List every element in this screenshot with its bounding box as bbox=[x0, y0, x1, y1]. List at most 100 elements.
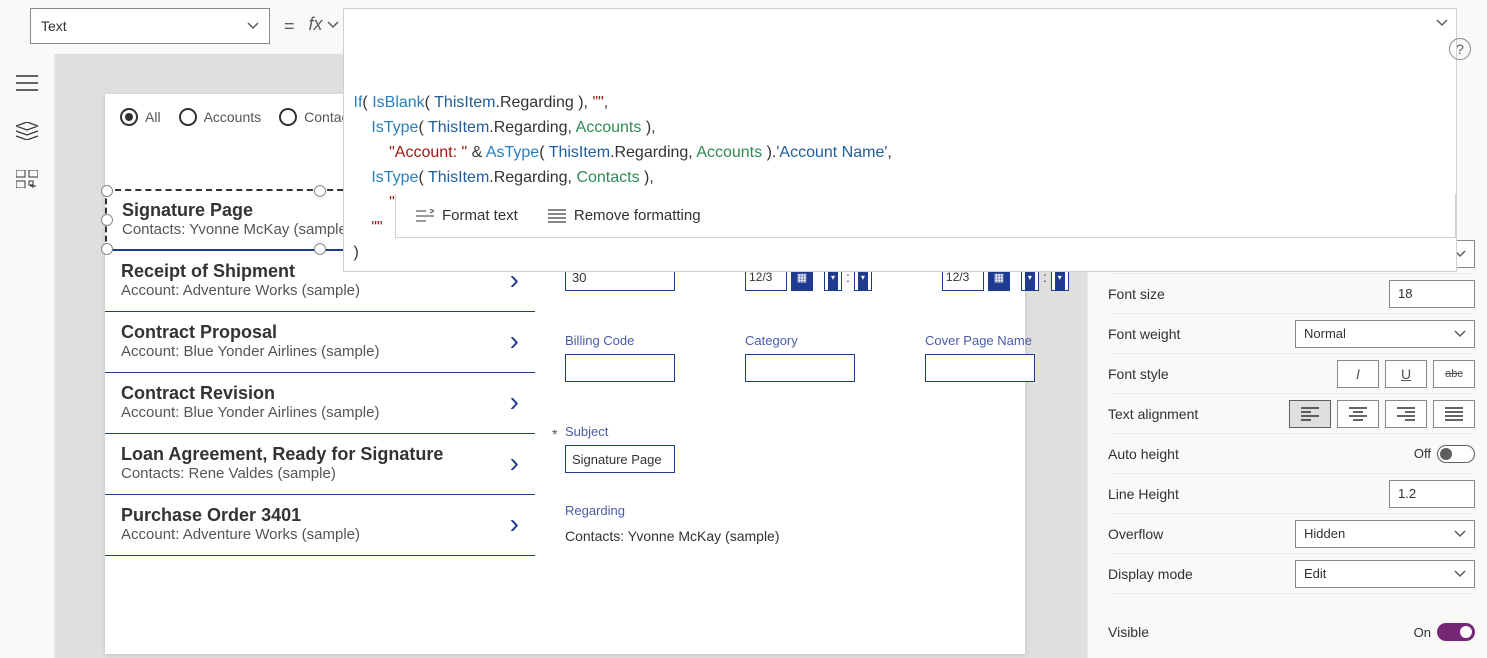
chevron-down-icon bbox=[1454, 528, 1466, 540]
auto-height-toggle[interactable] bbox=[1437, 445, 1475, 463]
radio-all[interactable]: All bbox=[120, 108, 161, 126]
billing-code-label: Billing Code bbox=[565, 333, 675, 348]
selection-handle[interactable] bbox=[101, 243, 113, 255]
chevron-down-icon bbox=[1454, 328, 1466, 340]
auto-height-label: Auto height bbox=[1108, 446, 1179, 462]
list-item-subtitle: Contacts: Rene Valdes (sample) bbox=[121, 465, 443, 482]
regarding-label: Regarding bbox=[565, 503, 780, 518]
display-mode-value: Edit bbox=[1304, 566, 1326, 581]
list-item-title: Receipt of Shipment bbox=[121, 261, 360, 282]
line-height-row: Line Height bbox=[1108, 474, 1475, 514]
line-height-input[interactable] bbox=[1389, 480, 1475, 508]
overflow-row: Overflow Hidden bbox=[1108, 514, 1475, 554]
list-item[interactable]: Loan Agreement, Ready for SignatureConta… bbox=[105, 434, 535, 495]
list-item-title: Purchase Order 3401 bbox=[121, 505, 360, 526]
cover-page-label: Cover Page Name bbox=[925, 333, 1035, 348]
category-input[interactable] bbox=[745, 354, 855, 382]
property-selector-value: Text bbox=[41, 18, 67, 34]
chevron-down-icon bbox=[1436, 17, 1448, 29]
chevron-right-icon: › bbox=[510, 325, 519, 357]
radio-all-label: All bbox=[145, 109, 161, 125]
filter-radio-group: All Accounts Contacts bbox=[120, 108, 359, 126]
cover-page-input[interactable] bbox=[925, 354, 1035, 382]
help-toggle-button[interactable]: ? bbox=[1449, 38, 1471, 60]
chevron-down-icon bbox=[247, 20, 259, 32]
align-left-icon bbox=[1301, 407, 1319, 421]
font-style-label: Font style bbox=[1108, 366, 1169, 382]
auto-height-row: Auto height Off bbox=[1108, 434, 1475, 474]
display-mode-row: Display mode Edit bbox=[1108, 554, 1475, 594]
app-grid-icon[interactable] bbox=[16, 170, 38, 188]
selection-handle[interactable] bbox=[314, 243, 326, 255]
format-text-button[interactable]: Format text bbox=[416, 207, 518, 224]
radio-accounts[interactable]: Accounts bbox=[179, 108, 262, 126]
chevron-down-icon bbox=[327, 19, 339, 31]
selection-handle[interactable] bbox=[314, 185, 326, 197]
underline-button[interactable]: U bbox=[1385, 360, 1427, 388]
font-weight-value: Normal bbox=[1304, 326, 1346, 341]
align-right-button[interactable] bbox=[1385, 400, 1427, 428]
fx-icon: fx bbox=[309, 14, 323, 35]
remove-formatting-label: Remove formatting bbox=[574, 207, 701, 224]
display-mode-select[interactable]: Edit bbox=[1295, 560, 1475, 588]
visible-row: Visible On bbox=[1108, 612, 1475, 652]
align-center-icon bbox=[1349, 407, 1367, 421]
font-weight-select[interactable]: Normal bbox=[1295, 320, 1475, 348]
fx-button[interactable]: fx bbox=[309, 8, 343, 35]
selection-handle[interactable] bbox=[101, 214, 113, 226]
regarding-text: Contacts: Yvonne McKay (sample) bbox=[565, 528, 780, 544]
required-star-icon: * bbox=[552, 426, 557, 442]
line-height-label: Line Height bbox=[1108, 486, 1179, 502]
display-mode-label: Display mode bbox=[1108, 566, 1193, 582]
overflow-label: Overflow bbox=[1108, 526, 1163, 542]
category-label: Category bbox=[745, 333, 855, 348]
chevron-right-icon: › bbox=[510, 508, 519, 540]
visible-toggle[interactable] bbox=[1437, 623, 1475, 641]
text-align-row: Text alignment bbox=[1108, 394, 1475, 434]
chevron-right-icon: › bbox=[510, 386, 519, 418]
radio-accounts-label: Accounts bbox=[204, 109, 262, 125]
align-center-button[interactable] bbox=[1337, 400, 1379, 428]
list-item-subtitle: Contacts: Yvonne McKay (sample) bbox=[122, 221, 352, 238]
remove-formatting-button[interactable]: Remove formatting bbox=[548, 207, 701, 224]
list-item-subtitle: Account: Blue Yonder Airlines (sample) bbox=[121, 343, 379, 360]
hamburger-icon[interactable] bbox=[16, 74, 38, 92]
list-item-title: Contract Revision bbox=[121, 383, 379, 404]
list-item[interactable]: Purchase Order 3401Account: Adventure Wo… bbox=[105, 495, 535, 556]
chevron-down-icon bbox=[1454, 568, 1466, 580]
subject-label: Subject bbox=[565, 424, 675, 439]
font-weight-row: Font weight Normal bbox=[1108, 314, 1475, 354]
format-text-label: Format text bbox=[442, 207, 518, 224]
align-left-button[interactable] bbox=[1289, 400, 1331, 428]
list-item-subtitle: Account: Adventure Works (sample) bbox=[121, 526, 360, 543]
equals-sign: = bbox=[270, 8, 309, 37]
list-item[interactable]: Contract ProposalAccount: Blue Yonder Ai… bbox=[105, 312, 535, 373]
visible-label: Visible bbox=[1108, 624, 1149, 640]
font-weight-label: Font weight bbox=[1108, 326, 1180, 342]
align-justify-button[interactable] bbox=[1433, 400, 1475, 428]
radio-icon bbox=[120, 108, 138, 126]
selection-handle[interactable] bbox=[101, 185, 113, 197]
billing-code-input[interactable] bbox=[565, 354, 675, 382]
radio-icon bbox=[179, 108, 197, 126]
list-item[interactable]: Contract RevisionAccount: Blue Yonder Ai… bbox=[105, 373, 535, 434]
font-size-row: Font size bbox=[1108, 274, 1475, 314]
auto-height-value: Off bbox=[1414, 446, 1431, 461]
remove-formatting-icon bbox=[548, 209, 566, 223]
radio-icon bbox=[279, 108, 297, 126]
stack-icon[interactable] bbox=[16, 122, 38, 140]
chevron-right-icon: › bbox=[510, 447, 519, 479]
formula-toolbar: Format text Remove formatting bbox=[395, 194, 1456, 238]
overflow-select[interactable]: Hidden bbox=[1295, 520, 1475, 548]
text-align-label: Text alignment bbox=[1108, 406, 1198, 422]
list-item-subtitle: Account: Adventure Works (sample) bbox=[121, 282, 360, 299]
overflow-value: Hidden bbox=[1304, 526, 1345, 541]
visible-value: On bbox=[1414, 625, 1431, 640]
italic-button[interactable]: I bbox=[1337, 360, 1379, 388]
list-item-title: Contract Proposal bbox=[121, 322, 379, 343]
font-size-input[interactable] bbox=[1389, 280, 1475, 308]
strikethrough-button[interactable]: abc bbox=[1433, 360, 1475, 388]
list-item-title: Signature Page bbox=[122, 200, 352, 221]
property-selector[interactable]: Text bbox=[30, 8, 270, 44]
subject-input[interactable] bbox=[565, 445, 675, 473]
